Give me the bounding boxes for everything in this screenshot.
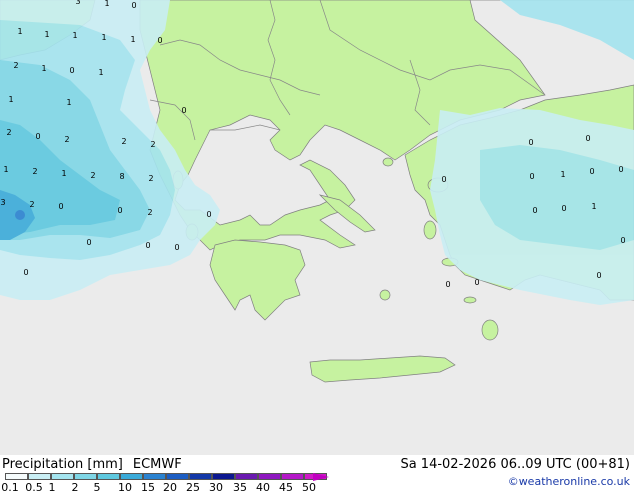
precip-value: 0	[145, 241, 151, 250]
precip-value: 2	[90, 171, 96, 180]
precip-value: 2	[13, 61, 19, 70]
scale-swatch	[143, 473, 166, 480]
scale-swatch	[235, 473, 258, 480]
scale-swatch	[51, 473, 74, 480]
precip-value: 1	[66, 98, 72, 107]
scale-tick: 5	[93, 481, 101, 494]
precip-value: 2	[147, 208, 153, 217]
precip-value: 0	[585, 134, 591, 143]
variable-label: Precipitation [mm]	[2, 457, 123, 472]
precip-value: 0	[618, 165, 624, 174]
credit-link[interactable]: ©weatheronline.co.uk	[508, 475, 630, 488]
precip-value: 0	[532, 206, 538, 215]
precip-value: 0	[58, 202, 64, 211]
precip-value: 0	[445, 280, 451, 289]
precip-value: 2	[64, 135, 70, 144]
precip-value: 3	[75, 0, 81, 6]
precip-value: 0	[620, 236, 626, 245]
precip-value: 0	[561, 204, 567, 213]
scale-tick: 2	[71, 481, 79, 494]
map-canvas	[0, 0, 634, 383]
legend-bar: Precipitation [mm] ECMWF Sa 14-02-2026 06…	[0, 455, 634, 494]
precipitation-map: 3 1 0 1 1 1 1 1 0 2 1 0 1 1 1 0 2 0 2 2 2 1 2 1 2 8 2 3 2 0 0 2 0 0 0 0 0 0 1 0…	[0, 0, 634, 455]
scale-swatch	[212, 473, 235, 480]
precip-value: 2	[148, 174, 154, 183]
precip-value: 0	[35, 132, 41, 141]
crete	[309, 355, 456, 383]
scale-swatch	[281, 473, 304, 480]
precip-value: 0	[117, 206, 123, 215]
scale-arrow-icon	[313, 473, 329, 481]
precip-value: 1	[104, 0, 110, 8]
precip-value: 2	[29, 200, 35, 209]
scale-swatch	[166, 473, 189, 480]
precip-value: 0	[474, 278, 480, 287]
precip-value: 1	[130, 35, 136, 44]
color-scale	[5, 473, 327, 481]
precip-peak	[15, 210, 25, 220]
scale-tick: 30	[209, 481, 223, 494]
precip-value: 0	[529, 172, 535, 181]
map-title: Precipitation [mm] ECMWF	[2, 457, 182, 472]
scale-swatch	[189, 473, 212, 480]
precip-value: 1	[44, 30, 50, 39]
precip-value: 0	[596, 271, 602, 280]
scale-tick: 0.1	[1, 481, 19, 494]
scale-swatch	[28, 473, 51, 480]
precip-value: 1	[8, 95, 14, 104]
scale-tick: 25	[186, 481, 200, 494]
precip-value: 0	[69, 66, 75, 75]
precip-value: 0	[23, 268, 29, 277]
scale-tick: 20	[163, 481, 177, 494]
precip-value: 1	[3, 165, 9, 174]
precip-value: 3	[0, 198, 6, 207]
scale-swatch	[120, 473, 143, 480]
precip-value: 2	[32, 167, 38, 176]
precip-value: 0	[589, 167, 595, 176]
precip-value: 1	[61, 169, 67, 178]
precip-value: 0	[131, 1, 137, 10]
run-info: Sa 14-02-2026 06..09 UTC (00+81)	[400, 457, 630, 472]
precip-value: 1	[72, 31, 78, 40]
scale-tick: 1	[48, 481, 56, 494]
precip-value: 1	[41, 64, 47, 73]
precip-value: 1	[560, 170, 566, 179]
scale-tick: 15	[141, 481, 155, 494]
precip-value: 1	[98, 68, 104, 77]
precip-value: 0	[86, 238, 92, 247]
precip-value: 2	[6, 128, 12, 137]
scale-tick: 50	[302, 481, 316, 494]
precip-value: 0	[181, 106, 187, 115]
precip-value: 8	[119, 172, 125, 181]
precip-value: 1	[101, 33, 107, 42]
precip-value: 2	[150, 140, 156, 149]
scale-swatch	[5, 473, 28, 480]
scale-tick: 45	[279, 481, 293, 494]
peloponnese	[209, 239, 306, 321]
scale-tick: 40	[256, 481, 270, 494]
precip-value: 0	[174, 243, 180, 252]
precip-value: 0	[206, 210, 212, 219]
scale-swatch	[74, 473, 97, 480]
precip-ne	[500, 0, 634, 60]
island-kos	[463, 296, 477, 304]
island-chios	[423, 220, 437, 240]
precip-value: 0	[528, 138, 534, 147]
precip-value: 1	[591, 202, 597, 211]
island-lemnos	[382, 157, 394, 167]
precip-value: 0	[157, 36, 163, 45]
scale-swatch	[258, 473, 281, 480]
precip-value: 2	[121, 137, 127, 146]
scale-swatch	[97, 473, 120, 480]
island-rhodes	[481, 319, 499, 341]
island-naxos	[379, 289, 391, 301]
scale-tick: 10	[118, 481, 132, 494]
model-label: ECMWF	[132, 457, 182, 472]
scale-tick: 35	[233, 481, 247, 494]
scale-tick: 0.5	[25, 481, 43, 494]
precip-value: 1	[17, 27, 23, 36]
precip-value: 0	[441, 175, 447, 184]
